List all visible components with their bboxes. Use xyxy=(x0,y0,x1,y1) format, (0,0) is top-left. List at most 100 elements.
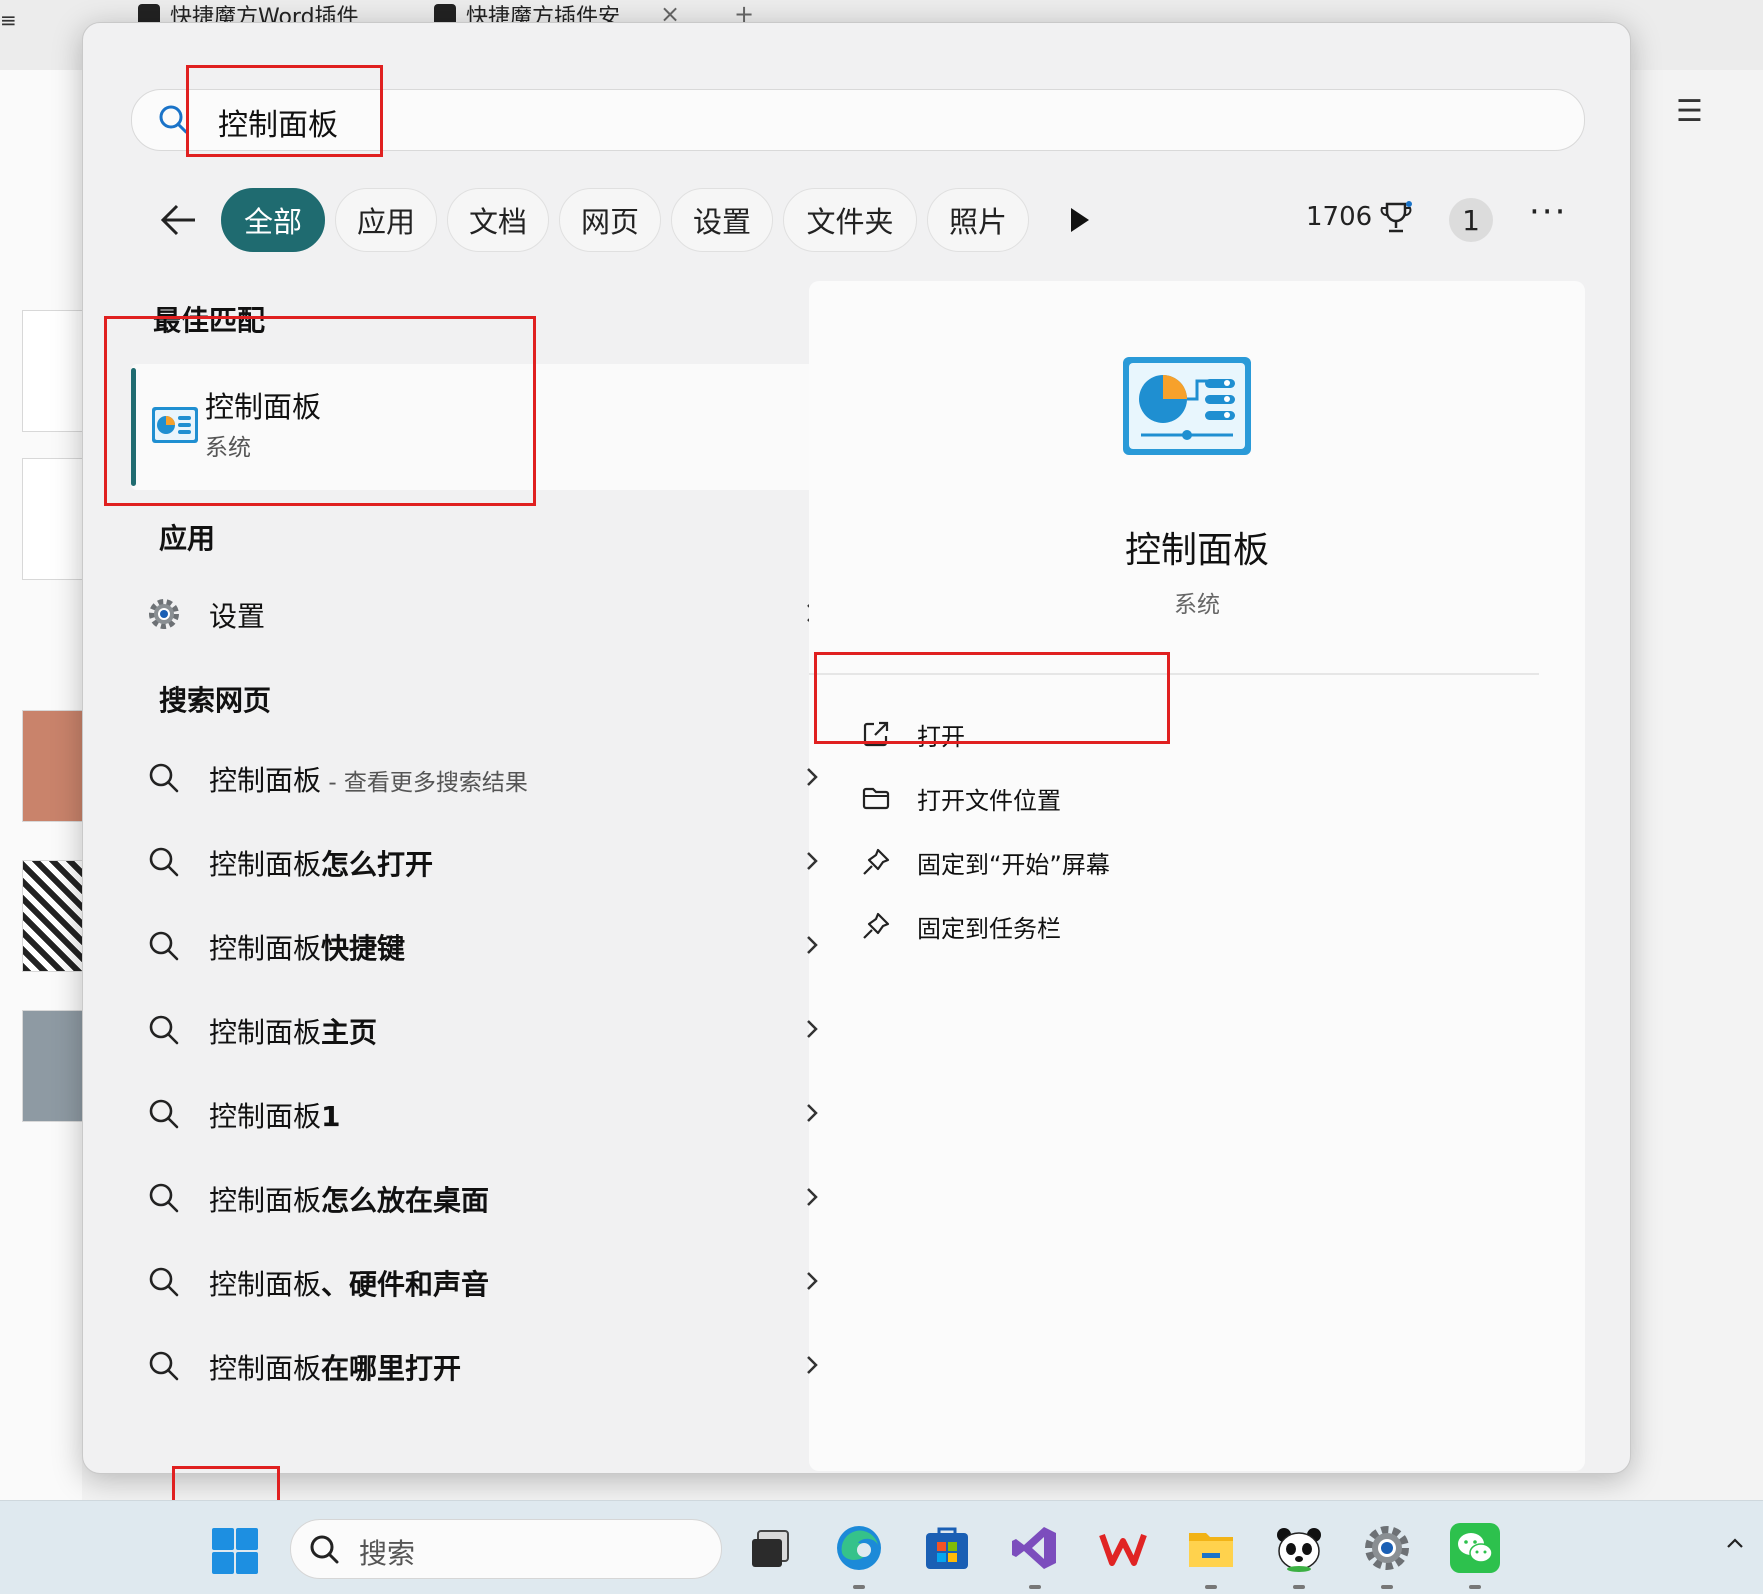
app-result-settings[interactable]: 设置 xyxy=(139,581,819,647)
taskbar-search-box[interactable]: 搜索 xyxy=(290,1519,722,1579)
search-icon xyxy=(159,105,188,134)
filter-chip-settings[interactable]: 设置 xyxy=(671,188,773,252)
web-search-result[interactable]: 控制面板1 xyxy=(139,1081,819,1147)
taskbar: 搜索 xyxy=(0,1500,1763,1594)
search-icon xyxy=(149,1099,179,1129)
trophy-icon[interactable] xyxy=(1379,200,1413,236)
page-thumbnail[interactable] xyxy=(22,310,84,432)
query-suggestion: 怎么放在桌面 xyxy=(321,1184,490,1217)
query-suggestion: 主页 xyxy=(321,1016,378,1049)
web-search-result[interactable]: 控制面板怎么放在桌面 xyxy=(139,1165,819,1231)
running-indicator xyxy=(1293,1585,1305,1589)
query-prefix: 控制面板 xyxy=(209,1352,322,1385)
action-pin-to-start[interactable]: 固定到“开始”屏幕 xyxy=(861,837,1461,887)
action-label: 固定到任务栏 xyxy=(917,915,1061,943)
action-open-file-location[interactable]: 打开文件位置 xyxy=(861,773,1461,823)
web-search-text: 控制面板 - 查看更多搜索结果 xyxy=(209,759,528,799)
start-search-panel: 控制面板 全部 应用 文档 网页 设置 文件夹 照片 1706 1 ··· 最佳… xyxy=(82,22,1631,1474)
search-icon xyxy=(149,1015,179,1045)
panda-app-icon[interactable] xyxy=(1274,1523,1324,1573)
outline-toggle-icon[interactable]: ☰ xyxy=(1676,94,1703,129)
details-title: 控制面板 xyxy=(1124,530,1269,571)
action-pin-to-taskbar[interactable]: 固定到任务栏 xyxy=(861,901,1461,951)
taskbar-search-placeholder: 搜索 xyxy=(359,1537,416,1570)
more-filters-play-icon[interactable] xyxy=(1071,208,1089,232)
query-prefix: 控制面板 xyxy=(209,1016,322,1049)
query-suggestion: 、硬件和声音 xyxy=(321,1268,490,1301)
filter-bar: 全部 应用 文档 网页 设置 文件夹 照片 1706 1 ··· xyxy=(83,188,1630,254)
filter-chip-photos[interactable]: 照片 xyxy=(927,188,1029,252)
web-search-result[interactable]: 控制面板快捷键 xyxy=(139,913,819,979)
wechat-icon[interactable] xyxy=(1450,1523,1500,1573)
highlight-box-open xyxy=(814,652,1170,744)
web-search-result[interactable]: 控制面板怎么打开 xyxy=(139,829,819,895)
highlight-box-search xyxy=(186,65,383,157)
web-search-text: 控制面板主页 xyxy=(209,1011,377,1051)
chevron-right-icon[interactable] xyxy=(805,1103,819,1123)
details-subtitle: 系统 xyxy=(1174,592,1220,618)
details-pane: 控制面板 系统 打开 打开文件位置 固定到“开始”屏幕 固定到任务栏 xyxy=(809,281,1585,1471)
running-indicator xyxy=(1029,1585,1041,1589)
filter-chip-all[interactable]: 全部 xyxy=(221,188,325,252)
rewards-points: 1706 xyxy=(1306,202,1373,232)
thumbnail-sidebar xyxy=(0,70,84,1500)
apps-heading: 应用 xyxy=(159,522,216,555)
search-icon xyxy=(149,931,179,961)
web-search-text: 控制面板怎么放在桌面 xyxy=(209,1179,489,1219)
action-label: 固定到“开始”屏幕 xyxy=(917,851,1110,879)
settings-icon[interactable] xyxy=(1362,1523,1412,1573)
filter-chip-folders[interactable]: 文件夹 xyxy=(783,188,917,252)
image-thumbnail[interactable] xyxy=(22,710,84,822)
web-search-text: 控制面板、硬件和声音 xyxy=(209,1263,489,1303)
chevron-right-icon[interactable] xyxy=(805,767,819,787)
web-search-text: 控制面板怎么打开 xyxy=(209,843,433,883)
task-view-icon[interactable] xyxy=(746,1523,796,1573)
query-prefix: 控制面板 xyxy=(209,932,322,965)
search-icon xyxy=(149,1267,179,1297)
chevron-right-icon[interactable] xyxy=(805,1355,819,1375)
chevron-right-icon[interactable] xyxy=(805,851,819,871)
search-icon xyxy=(149,1183,179,1213)
query-suggestion: 怎么打开 xyxy=(321,848,434,881)
query-prefix: 控制面板 xyxy=(209,1100,322,1133)
web-search-text: 控制面板1 xyxy=(209,1095,341,1135)
store-icon[interactable] xyxy=(922,1523,972,1573)
file-explorer-icon[interactable] xyxy=(1186,1523,1236,1573)
search-icon xyxy=(149,847,179,877)
visual-studio-icon[interactable] xyxy=(1010,1523,1060,1573)
query-prefix: 控制面板 xyxy=(209,848,322,881)
web-search-result[interactable]: 控制面板主页 xyxy=(139,997,819,1063)
back-arrow-icon[interactable] xyxy=(159,202,199,238)
pin-icon xyxy=(863,912,890,939)
qr-code-thumbnail[interactable] xyxy=(22,860,84,972)
account-avatar[interactable]: 1 xyxy=(1449,198,1493,242)
web-search-result[interactable]: 控制面板在哪里打开 xyxy=(139,1333,819,1399)
page-thumbnail[interactable] xyxy=(22,458,84,580)
gear-icon xyxy=(149,599,179,629)
more-options-icon[interactable]: ··· xyxy=(1529,192,1567,232)
edge-icon[interactable] xyxy=(834,1523,884,1573)
filter-chip-apps[interactable]: 应用 xyxy=(335,188,437,252)
control-panel-large-icon xyxy=(1123,357,1251,455)
highlight-box-best-match xyxy=(104,316,536,506)
running-indicator xyxy=(853,1585,865,1589)
chevron-right-icon[interactable] xyxy=(805,1187,819,1207)
web-search-result[interactable]: 控制面板 - 查看更多搜索结果 xyxy=(139,745,819,811)
chevron-up-icon[interactable] xyxy=(1726,1537,1744,1549)
pin-icon xyxy=(863,848,890,875)
chevron-right-icon[interactable] xyxy=(805,1019,819,1039)
query-prefix: 控制面板 xyxy=(209,1184,322,1217)
chevron-right-icon[interactable] xyxy=(805,935,819,955)
menu-icon[interactable]: ≡ xyxy=(0,8,17,32)
filter-chip-documents[interactable]: 文档 xyxy=(447,188,549,252)
search-icon xyxy=(149,763,179,793)
running-indicator xyxy=(1469,1585,1481,1589)
windows-start-icon[interactable] xyxy=(211,1527,259,1575)
page-thumbnail[interactable] xyxy=(22,1010,84,1122)
search-icon xyxy=(310,1535,339,1564)
chevron-right-icon[interactable] xyxy=(805,1271,819,1291)
wps-icon[interactable] xyxy=(1098,1523,1148,1573)
web-search-result[interactable]: 控制面板、硬件和声音 xyxy=(139,1249,819,1315)
filter-chip-web[interactable]: 网页 xyxy=(559,188,661,252)
query-suggestion: 1 xyxy=(321,1100,341,1133)
